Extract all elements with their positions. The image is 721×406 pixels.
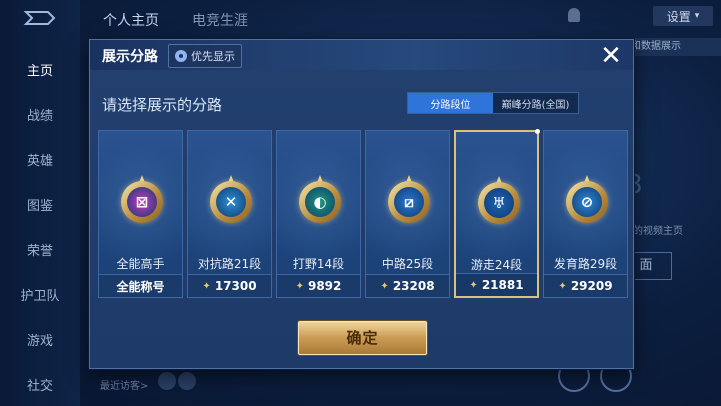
notification-icon[interactable]	[568, 8, 580, 22]
rank-badge-icon: ⊘	[566, 175, 608, 225]
badge-glyph: ◐	[313, 193, 327, 211]
route-card[interactable]: ⊘ 发育路29段 ✦ 29209	[543, 130, 628, 298]
gear-icon	[175, 50, 187, 62]
badge-glyph: ✕	[224, 193, 238, 211]
route-card-value-text: 29209	[570, 279, 613, 293]
tab-esports-career[interactable]: 电竞生涯	[192, 10, 248, 30]
route-card-label: 打野14段	[292, 257, 345, 271]
chevron-down-icon: ▾	[694, 11, 700, 21]
route-card[interactable]: ✕ 对抗路21段 ✦ 17300	[187, 130, 272, 298]
sidebar-item-record[interactable]: 战绩	[0, 105, 80, 124]
route-card-value: ✦ 21881	[456, 273, 537, 296]
route-card[interactable]: ⧄ 中路25段 ✦ 23208	[365, 130, 450, 298]
settings-label: 设置	[666, 9, 691, 24]
video-homepage-text: 的视频主页	[633, 226, 683, 237]
dialog-title: 展示分路	[102, 49, 158, 65]
sidebar-item-heroes[interactable]: 英雄	[0, 150, 80, 169]
star-icon: ✦	[380, 280, 389, 292]
badge-glyph: ⧄	[404, 193, 414, 211]
selected-marker	[535, 129, 540, 134]
settings-button[interactable]: 设置 ▾	[653, 6, 713, 26]
star-icon: ✦	[469, 279, 478, 291]
route-card-label: 对抗路21段	[197, 257, 262, 271]
star-icon: ✦	[202, 280, 211, 292]
close-icon[interactable]: ✕	[596, 42, 626, 70]
tab-peak-route[interactable]: 巅峰分路(全国)	[493, 93, 578, 113]
priority-display-label: 优先显示	[191, 50, 235, 63]
sidebar-item-home[interactable]: 主页	[0, 60, 80, 79]
badge-glyph: ♅	[492, 194, 506, 212]
sidebar-item-honor[interactable]: 荣誉	[0, 240, 80, 259]
data-display-button[interactable]: 和数据展示	[625, 38, 721, 56]
route-card-value-text: 全能称号	[116, 279, 165, 294]
rank-badge-icon: ✕	[210, 175, 252, 225]
rank-badge-icon: ◐	[299, 175, 341, 225]
rank-badge-icon: ⧄	[388, 175, 430, 225]
tab-profile[interactable]: 个人主页	[103, 10, 159, 30]
sidebar-item-social[interactable]: 社交	[0, 375, 80, 394]
route-card-label: 全能高手	[116, 257, 165, 271]
sidebar-item-game[interactable]: 游戏	[0, 330, 80, 349]
sidebar-item-codex[interactable]: 图鉴	[0, 195, 80, 214]
route-card[interactable]: ◐ 打野14段 ✦ 9892	[276, 130, 361, 298]
sidebar-item-guard[interactable]: 护卫队	[0, 285, 80, 304]
rank-badge-icon: ♅	[478, 176, 520, 226]
select-route-prompt: 请选择展示的分路	[102, 96, 223, 114]
badge-glyph: ⊘	[580, 193, 594, 211]
route-card-value: ✦ 29209	[544, 274, 627, 297]
route-card-label: 游走24段	[470, 258, 523, 272]
rank-badge-icon: ⊠	[121, 175, 163, 225]
star-icon: ✦	[295, 280, 304, 292]
confirm-button[interactable]: 确定	[298, 321, 427, 355]
route-display-dialog: 展示分路 优先显示 ✕ 请选择展示的分路 分路段位 巅峰分路(全国) ⊠ 全能高…	[89, 39, 634, 369]
route-type-toggle: 分路段位 巅峰分路(全国)	[407, 92, 579, 114]
route-card-label: 中路25段	[381, 257, 434, 271]
recent-visitors-link[interactable]: 最近访客>	[100, 377, 148, 392]
route-card[interactable]: ♅ 游走24段 ✦ 21881	[454, 129, 540, 298]
route-card-value: ✦ 9892	[277, 274, 360, 297]
route-card-list: ⊠ 全能高手 全能称号 ✕ 对抗路21段 ✦ 17300 ◐ 打野14段 ✦ 9…	[98, 129, 628, 300]
route-card-value-text: 21881	[481, 278, 524, 292]
route-card-label: 发育路29段	[553, 257, 618, 271]
tab-route-rank[interactable]: 分路段位	[408, 93, 493, 113]
route-card-value: ✦ 23208	[366, 274, 449, 297]
route-card-value-text: 23208	[392, 279, 435, 293]
sidebar: 主页 战绩 英雄 图鉴 荣誉 护卫队 游戏 社交	[0, 0, 80, 406]
route-card[interactable]: ⊠ 全能高手 全能称号	[98, 130, 183, 298]
visitor-avatar[interactable]	[178, 372, 196, 390]
visitor-avatar[interactable]	[158, 372, 176, 390]
star-icon: ✦	[558, 280, 567, 292]
priority-display-button[interactable]: 优先显示	[168, 44, 242, 68]
app-logo-icon	[23, 11, 56, 25]
route-card-value: ✦ 17300	[188, 274, 271, 297]
route-card-value: 全能称号	[99, 274, 182, 297]
route-card-value-text: 17300	[214, 279, 257, 293]
route-card-value-text: 9892	[307, 279, 342, 293]
badge-glyph: ⊠	[135, 193, 149, 211]
